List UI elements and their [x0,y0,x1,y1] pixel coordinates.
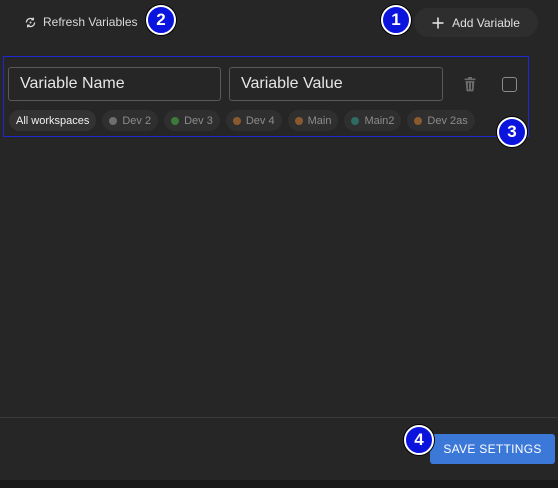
workspace-chip-label: All workspaces [16,114,90,127]
variable-select-checkbox[interactable] [502,77,517,92]
workspace-color-dot [351,116,360,125]
workspace-chip-label: Main2 [364,114,395,127]
workspace-chips: All workspaces Dev 2 Dev 3 Dev 4 Main Main2 De… [9,110,475,131]
workspace-color-dot [109,116,118,125]
workspace-chip[interactable]: Dev 2as [407,110,475,131]
plus-icon [432,17,444,28]
workspace-chip[interactable]: Main [287,110,339,131]
footer-divider [0,417,558,418]
add-variable-button[interactable]: Add Variable [414,8,538,37]
workspace-chip-label: Dev 2 [122,114,152,127]
callout-badge-4: 4 [404,425,434,455]
refresh-variables-button[interactable]: Refresh Variables [16,8,146,36]
workspace-color-dot [294,116,303,125]
save-settings-button[interactable]: SAVE SETTINGS [430,434,555,464]
workspace-chip[interactable]: Dev 3 [164,110,220,131]
workspace-color-dot [414,116,423,125]
callout-badge-3: 3 [497,117,527,147]
workspace-color-dot [232,116,241,125]
workspace-chip[interactable]: All workspaces [9,110,97,131]
workspace-chip-label: Dev 4 [245,114,275,127]
bottom-bar [0,480,558,488]
variable-name-input[interactable] [8,67,221,101]
workspace-chip-label: Dev 3 [184,114,213,127]
callout-badge-1: 1 [381,5,411,35]
callout-badge-2: 2 [146,5,176,35]
refresh-variables-label: Refresh Variables [43,15,138,29]
workspace-chip-label: Main [307,114,332,127]
add-variable-label: Add Variable [452,15,520,30]
workspace-color-dot [171,116,180,125]
workspace-chip[interactable]: Main2 [344,110,402,131]
trash-icon[interactable] [462,76,478,92]
refresh-icon [25,17,36,27]
workspace-chip[interactable]: Dev 2 [102,110,159,131]
workspace-chip[interactable]: Dev 4 [225,110,282,131]
workspace-chip-label: Dev 2as [427,114,468,127]
variable-value-input[interactable] [229,67,443,101]
